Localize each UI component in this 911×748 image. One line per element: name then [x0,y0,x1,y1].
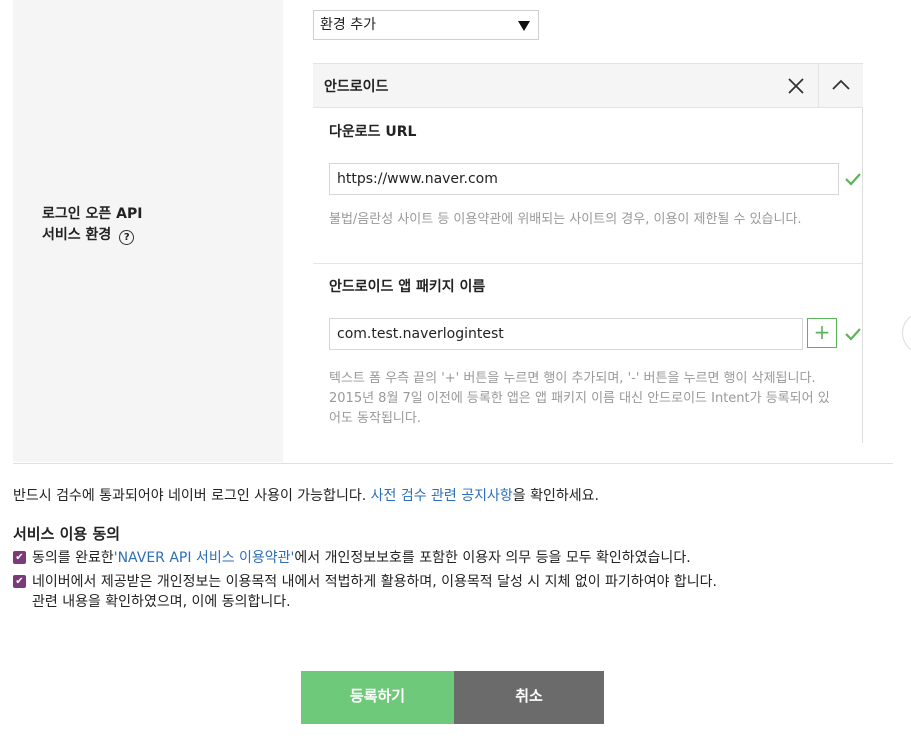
download-url-title: 다운로드 URL [329,124,417,140]
cancel-button[interactable]: 취소 [454,671,604,724]
consent-item1-suffix: 에서 개인정보보호를 포함한 이용자 의무 등을 모두 확인하였습니다. [294,550,691,566]
login-api-service-env-label: 로그인 오픈 API 서비스 환경? [42,204,142,246]
field-label-line1: 로그인 오픈 API [42,206,143,222]
consent-title: 서비스 이용 동의 [13,525,121,543]
android-platform-panel: 안드로이드 다운로드 URL 불법/음란성 사이트 등 이용약관에 위배되는 사… [313,63,863,443]
package-note-line3: 어도 동작됩니다. [329,411,421,426]
package-note-line1: 텍스트 폼 우측 끝의 '+' 버튼을 누르면 행이 추가되며, '-' 버튼을… [329,371,816,386]
add-row-button[interactable]: + [807,318,837,348]
field-label-line2: 서비스 환경 [42,227,112,243]
consent-item2-line2: 관련 내용을 확인하였으며, 이에 동의합니다. [32,594,291,610]
download-url-note: 불법/음란성 사이트 등 이용약관에 위배되는 사이트의 경우, 이용이 제한될… [329,212,802,227]
register-button[interactable]: 등록하기 [301,671,454,724]
check-icon [845,328,861,341]
section-divider [313,263,862,264]
env-add-select[interactable]: 환경 추가 [313,10,539,40]
chevron-up-icon[interactable] [818,64,863,107]
privacy-checkbox[interactable]: ✔ [13,575,26,588]
platform-title: 안드로이드 [324,79,389,95]
review-notice: 반드시 검수에 통과되어야 네이버 로그인 사용이 가능합니다. 사전 검수 관… [13,485,599,505]
consent-item-terms: ✔ 동의를 완료한'NAVER API 서비스 이용약관'에서 개인정보보호를 … [13,548,691,568]
consent-item1-prefix: 동의를 완료한 [32,550,114,566]
main-divider [13,463,893,464]
close-icon[interactable] [782,72,810,100]
package-name-input[interactable] [329,318,803,350]
package-note-line2: 2015년 8월 7일 이전에 등록한 앱은 앱 패키지 이름 대신 안드로이드… [329,391,830,406]
package-name-note: 텍스트 폼 우측 끝의 '+' 버튼을 누르면 행이 추가되며, '-' 버튼을… [329,369,849,429]
terms-checkbox[interactable]: ✔ [13,551,26,564]
platform-header: 안드로이드 [313,63,863,108]
consent-item-terms-text: 동의를 완료한'NAVER API 서비스 이용약관'에서 개인정보보호를 포함… [32,548,691,568]
package-name-title: 안드로이드 앱 패키지 이름 [329,279,486,295]
review-notice-prefix: 반드시 검수에 통과되어야 네이버 로그인 사용이 가능합니다. [13,488,371,504]
consent-item2-line1: 네이버에서 제공받은 개인정보는 이용목적 내에서 적법하게 활용하며, 이용목… [32,574,717,590]
review-notice-suffix: 을 확인하세요. [512,488,599,504]
caret-down-icon [518,21,530,31]
review-notice-link[interactable]: 사전 검수 관련 공지사항 [371,488,513,504]
check-icon [845,173,861,186]
help-icon[interactable]: ? [119,230,135,245]
terms-link[interactable]: 'NAVER API 서비스 이용약관' [114,550,295,566]
env-select-value: 환경 추가 [320,17,376,33]
download-url-input[interactable] [329,163,839,195]
consent-item-privacy: ✔ 네이버에서 제공받은 개인정보는 이용목적 내에서 적법하게 활용하며, 이… [13,572,717,612]
edge-circle-button[interactable] [902,312,911,354]
